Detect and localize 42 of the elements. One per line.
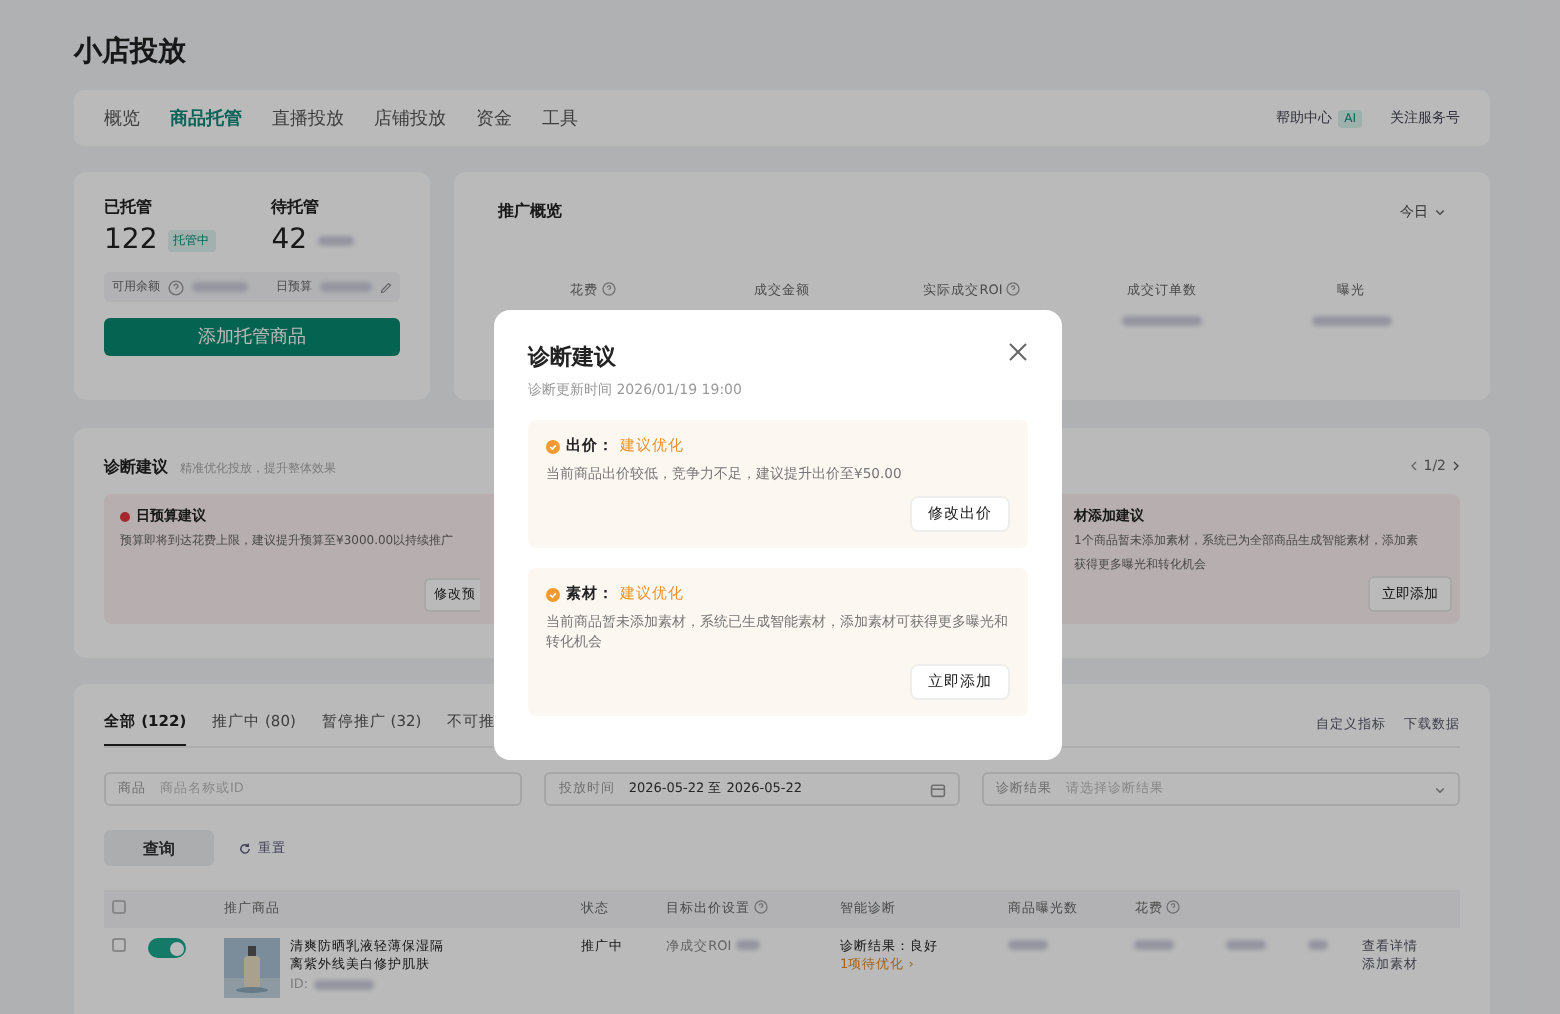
nav-tab[interactable]: 概览	[104, 105, 140, 131]
help-icon	[168, 279, 184, 295]
blurred-value	[1008, 940, 1049, 950]
checkbox[interactable]	[112, 900, 126, 914]
add-hosted-product-button[interactable]: 添加托管商品	[104, 318, 400, 356]
stat-label: 待托管	[271, 196, 322, 218]
nav-tab[interactable]: 商品托管	[170, 105, 242, 131]
blurred-value	[735, 940, 760, 950]
blurred-value	[314, 979, 375, 989]
blurred-value	[192, 282, 248, 292]
refresh-icon	[238, 841, 252, 855]
nav-tab[interactable]: 店铺投放	[374, 105, 446, 131]
checkbox[interactable]	[112, 938, 126, 952]
stat-label: 已托管	[104, 196, 154, 218]
section-title: 诊断建议	[104, 456, 168, 478]
edit-icon[interactable]	[380, 281, 392, 293]
query-button[interactable]: 查询	[104, 830, 214, 866]
nav-tab[interactable]: 资金	[476, 105, 512, 131]
section-title: 推广概览	[498, 200, 562, 222]
alert-dot	[120, 511, 130, 521]
calendar-icon	[929, 781, 946, 797]
toggle-switch[interactable]	[148, 938, 186, 958]
blurred-value	[1226, 940, 1267, 950]
blurred-value	[1121, 316, 1202, 326]
nav-tab[interactable]: 直播投放	[272, 105, 344, 131]
prev-icon[interactable]	[1409, 460, 1418, 472]
next-icon[interactable]	[1452, 460, 1460, 472]
blurred-value	[317, 235, 354, 245]
dialog-title: 诊断建议	[528, 342, 618, 372]
check-icon	[546, 587, 560, 601]
blurred-value	[1311, 316, 1392, 326]
blurred-value	[1134, 940, 1175, 950]
stat-value: 122	[104, 224, 158, 256]
nav-tab[interactable]: 工具	[542, 105, 578, 131]
blurred-value	[1308, 940, 1329, 950]
blurred-value	[320, 282, 372, 292]
close-icon[interactable]	[1008, 342, 1028, 362]
chevron-icon	[1434, 783, 1446, 795]
app-title: 小店投放	[74, 34, 188, 72]
stat-value: 42	[271, 224, 308, 256]
check-icon	[546, 439, 560, 453]
chevron-icon	[1434, 205, 1446, 217]
